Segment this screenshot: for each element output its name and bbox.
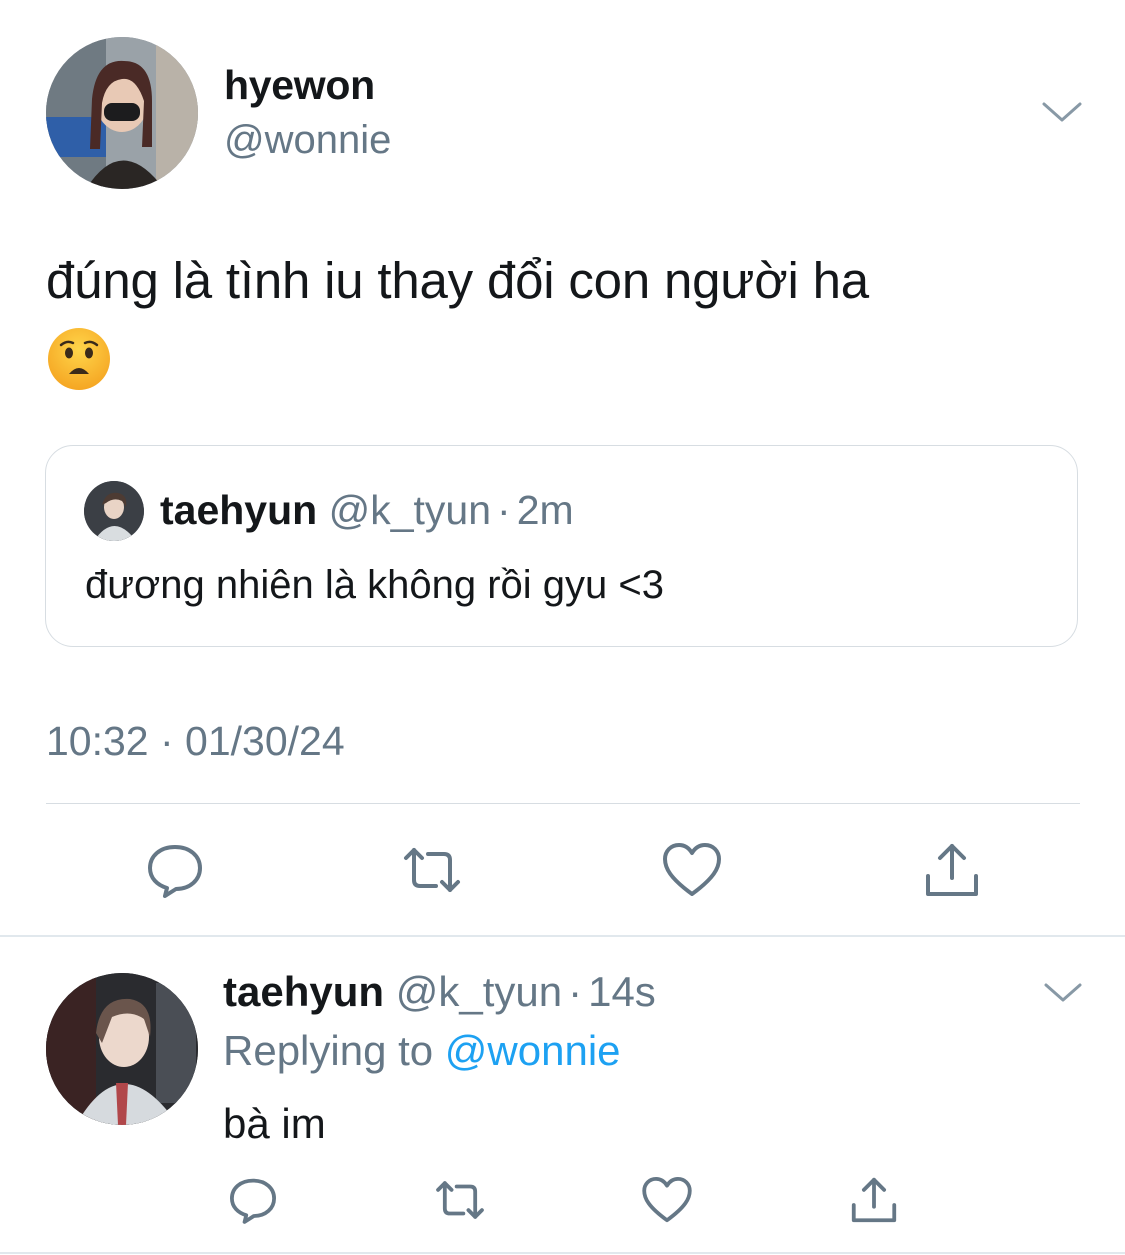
reply-time: 14s <box>588 968 656 1015</box>
chevron-down-icon[interactable] <box>1042 978 1084 1006</box>
replying-to: Replying to @wonnie <box>223 1027 621 1075</box>
divider <box>0 935 1125 937</box>
divider <box>0 1252 1125 1254</box>
quoted-author-avatar <box>84 481 144 541</box>
retweet-icon[interactable] <box>433 1173 487 1227</box>
tweet-text-content: đúng là tình iu thay đổi con người ha <box>46 252 869 309</box>
reply-icon[interactable] <box>143 838 207 902</box>
tweet-timestamp: 10:32 · 01/30/24 <box>46 718 345 764</box>
chevron-down-icon[interactable] <box>1040 96 1084 126</box>
avatar[interactable] <box>46 37 198 189</box>
quoted-tweet-card[interactable]: taehyun @k_tyun · 2m đương nhiên là không … <box>45 445 1078 647</box>
quoted-author-name: taehyun <box>160 487 318 533</box>
reply-author-handle[interactable]: @k_tyun <box>396 968 562 1015</box>
like-icon[interactable] <box>660 838 724 902</box>
share-icon[interactable] <box>920 838 984 902</box>
separator: · <box>497 487 511 533</box>
author-name[interactable]: hyewon <box>224 62 375 109</box>
tweet-text: đúng là tình iu thay đổi con người ha <box>46 248 1066 397</box>
reply-text: bà im <box>223 1100 326 1147</box>
replying-prefix: Replying to <box>223 1027 434 1074</box>
separator: · <box>568 968 583 1015</box>
quoted-tweet-header: taehyun @k_tyun · 2m <box>160 487 574 534</box>
quoted-author-handle: @k_tyun <box>328 487 492 533</box>
mention-link[interactable]: @wonnie <box>445 1027 621 1074</box>
quoted-tweet-time: 2m <box>516 487 574 533</box>
share-icon[interactable] <box>847 1173 901 1227</box>
like-icon[interactable] <box>640 1173 694 1227</box>
quoted-tweet-text: đương nhiên là không rồi gyu <3 <box>85 563 664 607</box>
reply-icon[interactable] <box>226 1173 280 1227</box>
reply-header: taehyun @k_tyun · 14s <box>223 968 656 1016</box>
retweet-icon[interactable] <box>400 838 464 902</box>
author-handle[interactable]: @wonnie <box>224 118 391 163</box>
reply-author-avatar[interactable] <box>46 973 198 1125</box>
anguished-face-emoji-icon <box>46 326 112 392</box>
divider <box>46 803 1080 804</box>
reply-author-name[interactable]: taehyun <box>223 968 384 1015</box>
